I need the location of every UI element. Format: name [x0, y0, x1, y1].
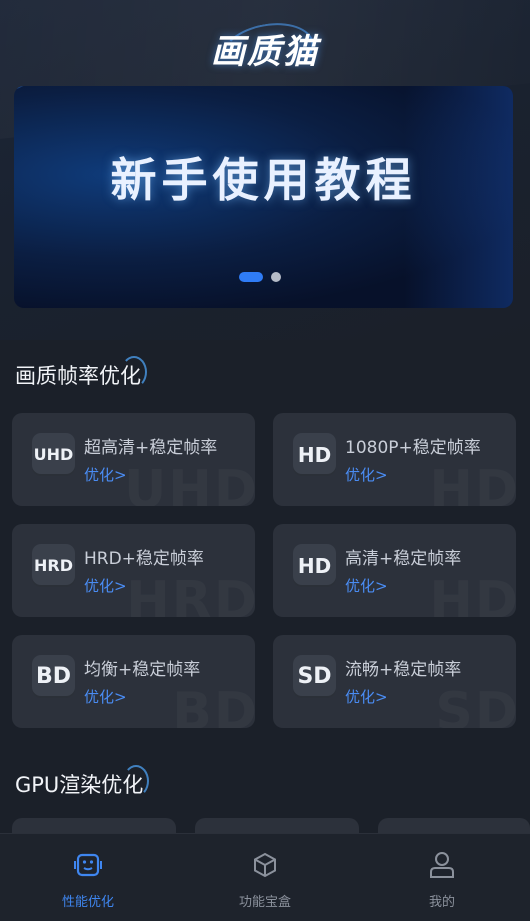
carousel-dot[interactable] [271, 272, 281, 282]
logo-text: 画质猫 [211, 31, 319, 72]
optimize-link[interactable]: 优化> [84, 464, 127, 485]
card-watermark: BD [172, 682, 255, 728]
uhd-badge-icon: UHD [32, 433, 75, 476]
optimize-link[interactable]: 优化> [345, 464, 388, 485]
title-arc-decoration [121, 356, 147, 388]
title-arc-decoration [123, 765, 150, 797]
section-title-gpu: GPU渲染优化 [15, 765, 150, 799]
optimize-card-bd[interactable]: BD BD 均衡+稳定帧率 优化> [12, 635, 255, 728]
profile-icon [430, 852, 454, 878]
tab-label: 性能优化 [61, 895, 114, 910]
optimize-card-hd[interactable]: HD HD 高清+稳定帧率 优化> [273, 524, 516, 617]
card-watermark: HD [429, 571, 516, 617]
card-title: 高清+稳定帧率 [345, 549, 462, 569]
section-title-quality: 画质帧率优化 [15, 356, 147, 390]
toolbox-icon [254, 852, 276, 878]
card-watermark: HRD [126, 571, 255, 617]
sd-badge-icon: SD [293, 655, 336, 698]
banner-title: 新手使用教程 [110, 153, 417, 207]
optimize-link[interactable]: 优化> [84, 575, 127, 596]
tab-performance[interactable]: 性能优化 [0, 834, 176, 921]
hd-badge-icon: HD [293, 433, 336, 476]
hrd-badge-icon: HRD [32, 544, 75, 587]
tab-label: 我的 [428, 895, 455, 910]
performance-icon [74, 853, 102, 877]
tab-toolbox[interactable]: 功能宝盒 [177, 834, 353, 921]
tutorial-banner[interactable]: 新手使用教程 [14, 86, 513, 308]
card-title: HRD+稳定帧率 [84, 549, 204, 569]
optimize-link[interactable]: 优化> [84, 686, 127, 707]
app-logo: 画质猫 [0, 16, 530, 84]
optimize-card-hrd[interactable]: HRD HRD HRD+稳定帧率 优化> [12, 524, 255, 617]
card-title: 超高清+稳定帧率 [84, 438, 218, 458]
carousel-indicator [239, 272, 281, 282]
card-watermark: HD [429, 460, 516, 506]
bottom-tab-bar: 性能优化 功能宝盒 我的 [0, 833, 530, 921]
optimize-link[interactable]: 优化> [345, 686, 388, 707]
tab-profile[interactable]: 我的 [354, 834, 530, 921]
carousel-dot-active[interactable] [239, 272, 263, 282]
card-title: 1080P+稳定帧率 [345, 438, 481, 458]
bd-badge-icon: BD [32, 655, 75, 698]
card-watermark: UHD [124, 460, 255, 506]
optimize-link[interactable]: 优化> [345, 575, 388, 596]
tab-label: 功能宝盒 [238, 895, 291, 910]
card-title: 流畅+稳定帧率 [345, 660, 462, 680]
hd-badge-icon: HD [293, 544, 336, 587]
optimize-card-sd[interactable]: SD SD 流畅+稳定帧率 优化> [273, 635, 516, 728]
card-watermark: SD [435, 682, 516, 728]
optimize-card-1080p[interactable]: HD HD 1080P+稳定帧率 优化> [273, 413, 516, 506]
optimize-card-uhd[interactable]: UHD UHD 超高清+稳定帧率 优化> [12, 413, 255, 506]
card-title: 均衡+稳定帧率 [84, 660, 201, 680]
